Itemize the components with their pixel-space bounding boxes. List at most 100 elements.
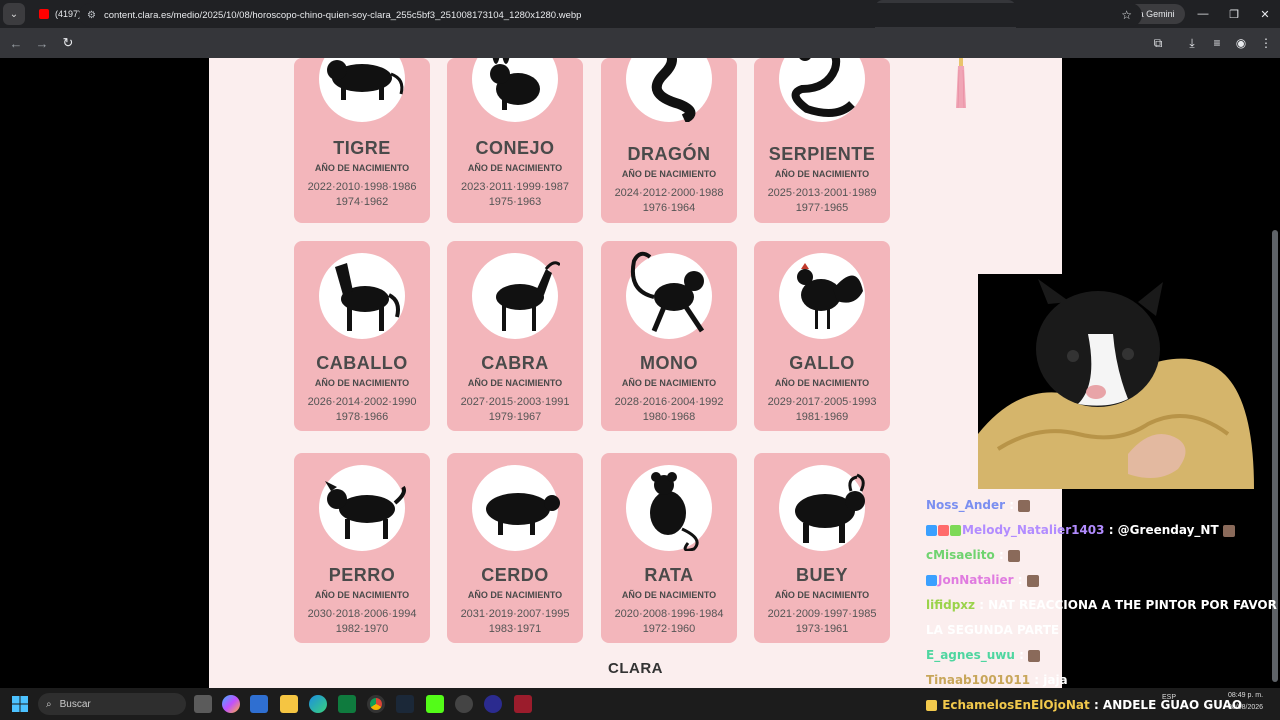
chat-message: JonNatalier : <box>926 573 1039 587</box>
sign-name: CERDO <box>481 565 549 585</box>
store-icon[interactable] <box>250 695 268 713</box>
birth-year-label: AÑO DE NACIMIENTO <box>314 163 410 173</box>
years-line-1: 2025·2013·2001·1989 <box>767 187 877 199</box>
tab-search-button[interactable]: ⌄ <box>3 3 25 25</box>
chat-username: E_agnes_uwu <box>926 648 1015 662</box>
chat-message-pinned: EchamelosEnElOjoNat : ANDELE GUAO GUAO <box>926 698 1242 712</box>
birth-years: 2024·2012·2000·1988 1976·1964 <box>601 186 737 216</box>
rat-icon <box>650 472 699 551</box>
reading-list-icon[interactable]: ≡ <box>1205 31 1229 55</box>
snake-icon <box>791 58 855 117</box>
chat-emote-icon <box>1026 574 1039 587</box>
sign-name: TIGRE <box>333 138 391 158</box>
chrome-icon[interactable] <box>367 695 385 713</box>
cat-photo-overlay <box>978 274 1254 489</box>
chat-emote-icon <box>1222 524 1235 537</box>
task-view-icon[interactable] <box>194 695 212 713</box>
zodiac-card: CERDO AÑO DE NACIMIENTO 2031·2019·2007·199… <box>447 453 583 643</box>
chat-badge-icon <box>938 525 949 536</box>
tiger-icon <box>327 60 404 100</box>
kick-icon[interactable] <box>426 695 444 713</box>
site-info-icon[interactable]: ⚙ <box>87 10 96 21</box>
years-line-2: 1974·1962 <box>335 196 389 208</box>
birth-year-label: AÑO DE NACIMIENTO <box>774 169 870 179</box>
search-placeholder: Buscar <box>59 698 91 710</box>
chat-username: Tinaab1001011 <box>926 673 1031 687</box>
address-bar[interactable]: ⚙ content.clara.es/medio/2025/10/08/horo… <box>79 3 1142 27</box>
forward-button[interactable]: → <box>30 31 54 55</box>
years-line-1: 2021·2009·1997·1985 <box>767 608 877 620</box>
minimize-button[interactable]: — <box>1188 0 1218 28</box>
chat-message: Melody_Natalier1403 : @Greenday_NT <box>926 523 1235 537</box>
zodiac-card: PERRO AÑO DE NACIMIENTO 2030·2018·2006·199… <box>294 453 430 643</box>
maximize-button[interactable]: ❐ <box>1219 0 1249 28</box>
birth-years: 2029·2017·2005·1993 1981·1969 <box>754 395 890 425</box>
birth-year-label: AÑO DE NACIMIENTO <box>314 378 410 388</box>
years-line-1: 2028·2016·2004·1992 <box>614 396 724 408</box>
sign-name: SERPIENTE <box>768 144 876 164</box>
birth-years: 2022·2010·1998·1986 1974·1962 <box>294 180 430 210</box>
sign-name: PERRO <box>328 565 396 585</box>
chat-badge-icon <box>926 575 937 586</box>
chat-emote-icon <box>1007 549 1020 562</box>
chat-message: Tinaab1001011 : jaja <box>926 673 1068 687</box>
years-line-2: 1978·1966 <box>335 411 389 423</box>
page-scrollbar[interactable] <box>1272 230 1278 682</box>
birth-years: 2023·2011·1999·1987 1975·1963 <box>447 180 583 210</box>
rooster-icon <box>797 263 863 329</box>
years-line-2: 1973·1961 <box>795 623 849 635</box>
years-line-2: 1983·1971 <box>488 623 542 635</box>
edge-icon[interactable] <box>309 695 327 713</box>
birth-year-label: AÑO DE NACIMIENTO <box>621 590 717 600</box>
chat-username: cMisaelito <box>926 548 995 562</box>
birth-year-label: AÑO DE NACIMIENTO <box>621 169 717 179</box>
steam-icon[interactable] <box>396 695 414 713</box>
excel-icon[interactable] <box>338 695 356 713</box>
birth-year-label: AÑO DE NACIMIENTO <box>467 378 563 388</box>
chat-badge-icon <box>950 525 961 536</box>
chat-badge-icon <box>926 525 937 536</box>
zodiac-card: CABALLO AÑO DE NACIMIENTO 2026·2014·2002·1… <box>294 241 430 431</box>
birth-years: 2021·2009·1997·1985 1973·1961 <box>754 607 890 637</box>
profile-avatar-icon[interactable]: ◉ <box>1229 31 1253 55</box>
zodiac-card: SERPIENTE AÑO DE NACIMIENTO 2025·2013·2001… <box>754 58 890 223</box>
birth-years: 2025·2013·2001·1989 1977·1965 <box>754 186 890 216</box>
years-line-2: 1976·1964 <box>642 202 696 214</box>
birth-year-label: AÑO DE NACIMIENTO <box>467 163 563 173</box>
birth-years: 2026·2014·2002·1990 1978·1966 <box>294 395 430 425</box>
obs-icon[interactable] <box>455 695 473 713</box>
taskbar-search[interactable]: ⌕ Buscar <box>38 693 186 715</box>
windows-start-icon[interactable] <box>12 696 28 712</box>
years-line-2: 1980·1968 <box>642 411 696 423</box>
birth-year-label: AÑO DE NACIMIENTO <box>467 590 563 600</box>
close-window-button[interactable]: ✕ <box>1250 0 1280 28</box>
extensions-icon[interactable]: ⧉ <box>1146 31 1170 55</box>
screen: ⌄ (4197) YouTube✕Woo Woo en Steam✕Ahorra… <box>0 0 1280 720</box>
horse-icon <box>335 263 400 331</box>
years-line-2: 1981·1969 <box>795 411 849 423</box>
reload-button[interactable]: ↻ <box>56 31 80 55</box>
bookmark-star-icon[interactable]: ☆ <box>1121 8 1132 22</box>
back-button[interactable]: ← <box>4 31 28 55</box>
menu-icon[interactable]: ⋮ <box>1254 31 1278 55</box>
birth-years: 2028·2016·2004·1992 1980·1968 <box>601 395 737 425</box>
years-line-1: 2023·2011·1999·1987 <box>460 181 570 193</box>
chat-text: : ANDELE GUAO GUAO <box>1089 698 1243 712</box>
dragon-icon <box>651 58 696 122</box>
zodiac-card: CABRA AÑO DE NACIMIENTO 2027·2015·2003·199… <box>447 241 583 431</box>
chat-text: : @Greenday_NT <box>1104 523 1223 537</box>
game-icon[interactable] <box>514 695 532 713</box>
copilot-icon[interactable] <box>222 695 240 713</box>
zodiac-card: DRAGÓN AÑO DE NACIMIENTO 2024·2012·2000·19… <box>601 58 737 223</box>
birth-year-label: AÑO DE NACIMIENTO <box>314 590 410 600</box>
sign-name: RATA <box>644 565 694 585</box>
sign-name: CABRA <box>481 353 549 373</box>
sign-name: DRAGÓN <box>627 144 711 164</box>
birth-years: 2027·2015·2003·1991 1979·1967 <box>447 395 583 425</box>
dog-icon <box>325 481 406 539</box>
downloads-icon[interactable]: ⤓ <box>1180 31 1204 55</box>
app-icon[interactable] <box>484 695 502 713</box>
chat-text: : <box>1005 498 1019 512</box>
chat-username: lifidpxz <box>926 598 976 612</box>
file-explorer-icon[interactable] <box>280 695 298 713</box>
